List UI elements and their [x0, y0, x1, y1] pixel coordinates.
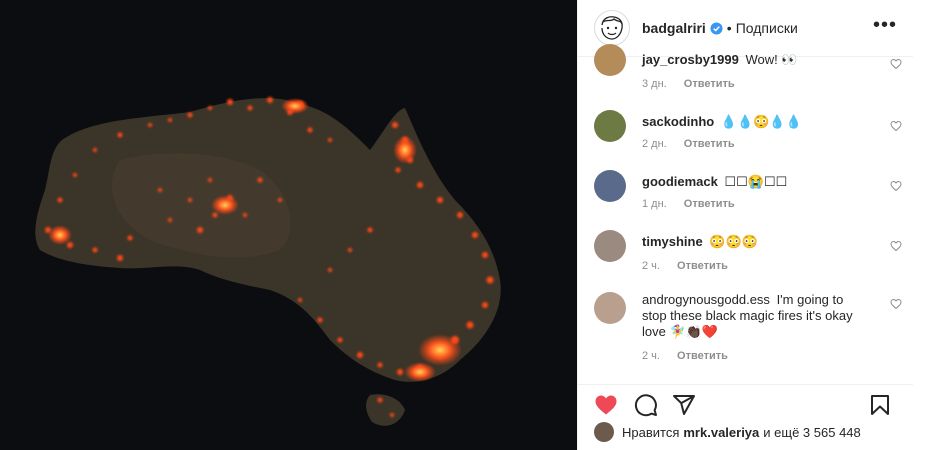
following-button[interactable]: Подписки: [736, 20, 798, 36]
comment-body: timyshine 😳😳😳: [642, 234, 857, 250]
comment-time: 3 дн.: [642, 78, 667, 90]
liker-avatar[interactable]: [594, 422, 614, 442]
comment-body: sackodinho 💧💧😳💧💧: [642, 114, 857, 130]
post-actions: [578, 384, 913, 425]
comment-text: 😳😳😳: [709, 234, 758, 249]
more-icon[interactable]: •••: [873, 14, 897, 37]
comment-meta: 2 дн. Ответить: [642, 138, 735, 150]
comment-time: 2 ч.: [642, 350, 660, 362]
separator-dot: •: [726, 20, 732, 36]
commenter-username[interactable]: sackodinho: [642, 114, 714, 129]
commenter-avatar[interactable]: [594, 170, 626, 202]
commenter-username[interactable]: jay_crosby1999: [642, 52, 739, 67]
comment-meta: 3 дн. Ответить: [642, 78, 735, 90]
like-comment-icon[interactable]: [890, 240, 902, 252]
comment-body: jay_crosby1999 Wow! 👀: [642, 52, 857, 68]
likes-count[interactable]: и ещё 3 565 448: [763, 425, 860, 440]
post-image[interactable]: [0, 0, 577, 450]
comment-body: androgynousgodd.ess I'm going to stop th…: [642, 292, 857, 340]
commenter-username[interactable]: goodiemack: [642, 174, 718, 189]
instagram-post: badgalriri • Подписки ••• jay_crosby1999…: [0, 0, 926, 450]
comments-list[interactable]: jay_crosby1999 Wow! 👀 3 дн. Ответить sac…: [578, 44, 913, 384]
share-icon[interactable]: [672, 393, 696, 417]
comment-meta: 2 ч. Ответить: [642, 350, 728, 362]
likes-summary: Нравится mrk.valeriya и ещё 3 565 448: [594, 422, 861, 442]
sketch-face-icon: [601, 16, 623, 40]
comment-text: ☐☐😭☐☐: [724, 174, 788, 189]
liker-username[interactable]: mrk.valeriya: [683, 425, 759, 440]
comment-body: goodiemack ☐☐😭☐☐: [642, 174, 857, 190]
commenter-username[interactable]: androgynousgodd.ess: [642, 292, 770, 307]
comment-time: 2 ч.: [642, 260, 660, 272]
comment-icon[interactable]: [634, 393, 658, 417]
comment-time: 2 дн.: [642, 138, 667, 150]
like-comment-icon[interactable]: [890, 120, 902, 132]
commenter-avatar[interactable]: [594, 230, 626, 262]
bookmark-icon[interactable]: [868, 393, 892, 417]
author-avatar[interactable]: [594, 10, 630, 46]
commenter-username[interactable]: timyshine: [642, 234, 703, 249]
verified-icon: [710, 21, 723, 35]
reply-button[interactable]: Ответить: [684, 138, 735, 150]
commenter-avatar[interactable]: [594, 110, 626, 142]
reply-button[interactable]: Ответить: [677, 350, 728, 362]
commenter-avatar[interactable]: [594, 292, 626, 324]
likes-prefix: Нравится: [622, 424, 680, 440]
comment-time: 1 дн.: [642, 198, 667, 210]
like-comment-icon[interactable]: [890, 58, 902, 70]
comment-meta: 1 дн. Ответить: [642, 198, 735, 210]
like-comment-icon[interactable]: [890, 180, 902, 192]
comment-text: Wow! 👀: [745, 52, 798, 67]
reply-button[interactable]: Ответить: [684, 198, 735, 210]
like-comment-icon[interactable]: [890, 298, 902, 310]
commenter-avatar[interactable]: [594, 44, 626, 76]
author-username[interactable]: badgalriri: [642, 20, 706, 36]
comment-text: 💧💧😳💧💧: [720, 114, 802, 129]
post-sidebar: badgalriri • Подписки ••• jay_crosby1999…: [577, 0, 926, 450]
reply-button[interactable]: Ответить: [684, 78, 735, 90]
reply-button[interactable]: Ответить: [677, 260, 728, 272]
comment-meta: 2 ч. Ответить: [642, 260, 728, 272]
heart-icon[interactable]: [594, 393, 618, 417]
australia-fire-map: [0, 0, 577, 450]
